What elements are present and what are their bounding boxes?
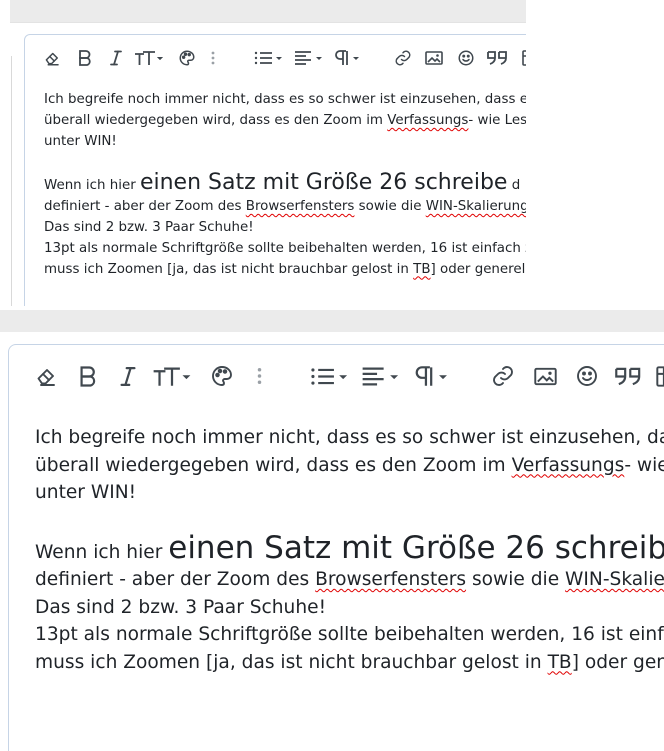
quote-icon[interactable] xyxy=(613,361,645,391)
align-icon[interactable] xyxy=(360,361,402,391)
paragraph-1: Ich begreife noch immer nicht, dass es s… xyxy=(44,90,526,152)
text-segment: - wie Lesefen xyxy=(468,112,526,128)
link-icon[interactable] xyxy=(488,361,518,391)
text-segment: muss ich Zoomen [ja, das ist nicht brauc… xyxy=(44,261,414,277)
text-segment: überall wiedergegeben wird, dass es den … xyxy=(35,454,512,476)
editor-frame: Ich begreife noch immer nicht, dass es s… xyxy=(8,344,664,751)
text-segment: muss ich Zoomen [ja, das ist nicht brauc… xyxy=(35,651,548,673)
text-segment: definiert - aber der Zoom des xyxy=(44,199,246,215)
misspelled-word[interactable]: WIN-Skalierung xyxy=(565,569,664,590)
misspelled-word[interactable]: Verfassungs xyxy=(512,455,625,476)
large-text-segment: einen Satz mit Größe 26 schreibe xyxy=(139,170,508,196)
more-vertical-icon[interactable] xyxy=(206,47,220,69)
text-segment: ] oder generell o xyxy=(430,261,526,277)
quote-icon[interactable] xyxy=(486,47,510,69)
italic-icon[interactable] xyxy=(115,361,141,391)
emoji-icon[interactable] xyxy=(572,361,602,391)
misspelled-word[interactable]: TB xyxy=(413,262,430,277)
editor-frame: Ich begreife noch immer nicht, dass es s… xyxy=(24,34,526,306)
text-line: unter WIN! xyxy=(35,482,137,503)
text-line: Ich begreife noch immer nicht, dass es s… xyxy=(44,92,526,107)
eraser-icon[interactable] xyxy=(41,47,63,69)
misspelled-word[interactable]: Browserfensters xyxy=(246,199,355,214)
editor-content[interactable]: Ich begreife noch immer nicht, dass es s… xyxy=(35,424,664,676)
bold-icon[interactable] xyxy=(74,47,96,69)
paragraph-1: Ich begreife noch immer nicht, dass es s… xyxy=(35,424,664,507)
misspelled-word[interactable]: Browserfensters xyxy=(315,569,466,590)
separator-bar xyxy=(0,310,664,332)
paragraph-2: Wenn ich hier einen Satz mit Größe 26 sc… xyxy=(35,532,664,677)
text-segment: Wenn ich hier xyxy=(44,178,140,194)
text-line: Das sind 2 bzw. 3 Paar Schuhe! xyxy=(44,219,254,235)
editor-preview-small: Ich begreife noch immer nicht, dass es s… xyxy=(0,0,526,306)
palette-icon[interactable] xyxy=(207,361,237,391)
text-segment: sowie die xyxy=(466,569,566,590)
text-size-icon[interactable] xyxy=(133,47,165,69)
text-line: Ich begreife noch immer nicht, dass es s… xyxy=(35,427,664,448)
emoji-icon[interactable] xyxy=(455,47,477,69)
image-icon[interactable] xyxy=(423,47,445,69)
left-guide-line xyxy=(11,56,12,306)
italic-icon[interactable] xyxy=(105,47,127,69)
image-icon[interactable] xyxy=(530,361,560,391)
list-icon[interactable] xyxy=(309,361,351,391)
top-strip xyxy=(10,0,526,23)
bold-icon[interactable] xyxy=(75,361,101,391)
align-icon[interactable] xyxy=(293,47,325,69)
text-segment: ] oder generell o xyxy=(571,651,664,673)
text-segment: sowie die xyxy=(354,199,426,215)
editor-toolbar xyxy=(9,345,664,403)
text-segment: überall wiedergegeben wird, dass es den … xyxy=(44,112,388,128)
table-icon[interactable] xyxy=(653,361,664,391)
paragraph-icon[interactable] xyxy=(412,361,452,391)
link-icon[interactable] xyxy=(392,47,414,69)
misspelled-word[interactable]: Verfassungs xyxy=(387,113,468,128)
large-text-segment: einen Satz mit Größe 26 schreibe xyxy=(168,529,664,566)
text-line: 13pt als normale Schriftgröße sollte bei… xyxy=(35,624,664,645)
table-icon[interactable] xyxy=(519,47,526,69)
editor-preview-large: Ich begreife noch immer nicht, dass es s… xyxy=(0,332,664,751)
text-line: unter WIN! xyxy=(44,133,117,149)
misspelled-word[interactable]: WIN-Skalierung xyxy=(426,199,526,214)
editor-content[interactable]: Ich begreife noch immer nicht, dass es s… xyxy=(44,90,526,280)
more-vertical-icon[interactable] xyxy=(251,361,267,391)
text-size-icon[interactable] xyxy=(151,361,193,391)
text-line: 13pt als normale Schriftgröße sollte bei… xyxy=(44,240,526,256)
palette-icon[interactable] xyxy=(176,47,198,69)
eraser-icon[interactable] xyxy=(31,361,61,391)
text-segment: - wie Lesefen xyxy=(624,454,664,476)
paragraph-icon[interactable] xyxy=(333,47,363,69)
misspelled-word[interactable]: TB xyxy=(548,652,572,673)
paragraph-2: Wenn ich hier einen Satz mit Größe 26 sc… xyxy=(44,170,526,280)
text-segment: d xyxy=(507,178,521,194)
text-segment: Wenn ich hier xyxy=(35,541,169,563)
text-line: Das sind 2 bzw. 3 Paar Schuhe! xyxy=(35,596,327,618)
text-segment: definiert - aber der Zoom des xyxy=(35,569,316,590)
list-icon[interactable] xyxy=(253,47,285,69)
editor-toolbar xyxy=(25,35,526,79)
